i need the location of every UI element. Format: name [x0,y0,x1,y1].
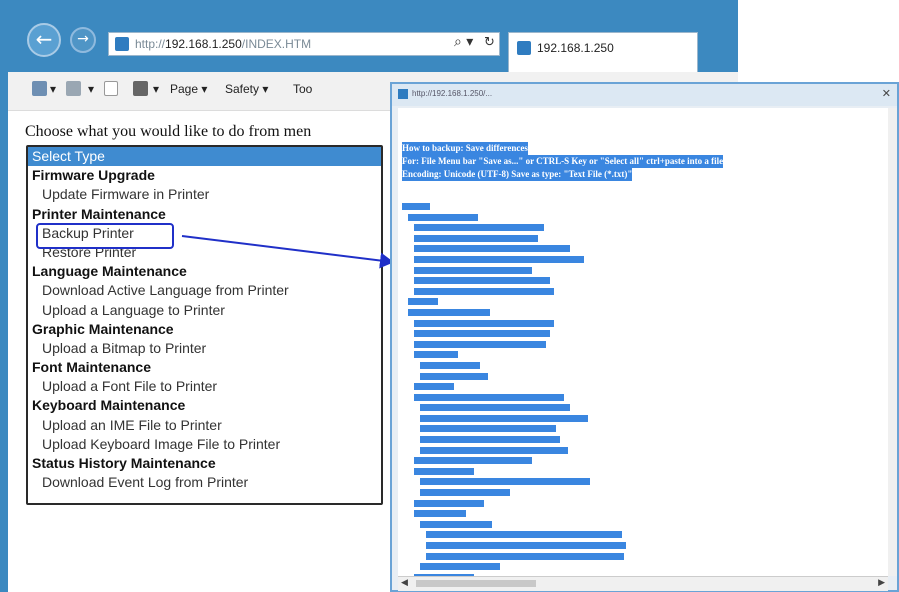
print-icon[interactable] [133,81,148,96]
xml-line [420,563,500,571]
xml-line [414,340,546,348]
home-dropdown-icon[interactable]: ▾ [50,82,56,96]
xml-line [420,478,590,486]
xml-line [420,446,568,454]
listbox-option[interactable]: Download Active Language from Printer [28,281,381,300]
instruction-line: Encoding: Unicode (UTF-8) Save as type: … [402,168,633,181]
home-icon[interactable] [32,81,47,96]
xml-line [426,552,624,560]
browser-tab[interactable]: 192.168.1.250 [508,32,698,72]
xml-line [414,234,538,242]
close-icon[interactable]: ✕ [882,87,891,100]
search-icon[interactable]: ⌕ ▾ [454,34,473,50]
xml-line [414,245,570,253]
xml-line [414,255,584,263]
address-bar[interactable]: http://192.168.1.250/INDEX.HTM ⌕ ▾ ↻ [108,32,500,56]
xml-line [414,510,466,518]
listbox-option[interactable]: Upload a Language to Printer [28,301,381,320]
xml-line [414,499,484,507]
backup-popup-window: http://192.168.1.250/... ✕ How to backup… [390,82,899,592]
page-menu[interactable]: Page ▾ [170,82,207,96]
listbox-group-label: Font Maintenance [32,359,152,376]
xml-line [408,298,438,306]
tools-menu[interactable]: Too [293,82,312,96]
address-url: http://192.168.1.250/INDEX.HTM [135,37,312,51]
xml-line [402,203,430,210]
print-dropdown-icon[interactable]: ▾ [153,82,159,96]
safety-menu[interactable]: Safety ▾ [225,82,268,96]
backup-printer-callout [36,223,174,249]
popup-vertical-scrollbar[interactable] [888,108,897,576]
xml-line [414,351,458,359]
scroll-right-icon[interactable]: ▶ [878,577,885,588]
listbox-group-label: Printer Maintenance [32,205,166,222]
instruction-line: How to backup: Save differences [402,142,528,155]
xml-line [414,266,532,274]
xml-line [426,542,626,549]
xml-line [420,425,556,433]
xml-line [420,404,570,412]
xml-line [414,393,564,401]
browser-titlebar: ← → http://192.168.1.250/INDEX.HTM ⌕ ▾ ↻… [8,0,738,72]
listbox-option[interactable]: Upload an IME File to Printer [28,416,381,435]
listbox-group-label: Status History Maintenance [32,455,216,471]
xml-line [420,372,488,380]
refresh-icon[interactable]: ↻ [484,35,495,50]
backup-instructions: How to backup: Save differences For: File… [402,142,724,181]
listbox-option[interactable]: Upload a Font File to Printer [28,377,381,396]
xml-line [414,287,554,295]
back-arrow-icon[interactable]: ← [27,23,61,57]
xml-line [420,520,492,528]
popup-horizontal-scrollbar[interactable]: ◀ ▶ [398,576,888,591]
popup-favicon-icon [398,89,408,99]
popup-document[interactable]: How to backup: Save differences For: File… [398,108,888,576]
page-prompt: Choose what you would like to do from me… [25,123,312,140]
listbox-group-label: Firmware Upgrade [32,167,155,184]
xml-line [414,330,550,338]
feeds-dropdown-icon[interactable]: ▾ [88,82,94,96]
listbox-group-label: Graphic Maintenance [32,320,174,337]
popup-title: http://192.168.1.250/... [412,89,493,98]
scroll-thumb[interactable] [416,580,536,587]
forward-arrow-icon[interactable]: → [70,27,96,53]
tab-favicon-icon [517,41,531,55]
xml-line [414,383,454,391]
listbox-option[interactable]: Upload a Bitmap to Printer [28,339,381,358]
xml-line [414,467,474,475]
xml-line [408,308,490,316]
window-edge [0,0,8,592]
listbox-selected-option[interactable]: Select Type [28,147,381,167]
scroll-left-icon[interactable]: ◀ [401,577,408,588]
listbox-option[interactable]: Upload Keyboard Image File to Printer [28,435,381,454]
xml-line [414,457,532,465]
popup-titlebar: http://192.168.1.250/... ✕ [392,84,897,106]
xml-line [420,436,560,444]
xml-line [420,489,510,497]
maintenance-type-listbox[interactable]: Select Type Firmware Upgrade Update Firmwa… [26,145,383,505]
listbox-group-label: Language Maintenance [32,263,187,280]
xml-line [426,531,622,539]
mail-icon[interactable] [104,81,118,96]
xml-line [414,277,550,285]
tab-title: 192.168.1.250 [537,41,614,55]
instruction-line: For: File Menu bar "Save as..." or CTRL-… [402,155,724,168]
xml-content [402,203,626,576]
listbox-group-label: Keyboard Maintenance [32,397,186,414]
xml-line [414,319,554,327]
page-favicon-icon [115,37,129,51]
xml-line [414,224,544,232]
feeds-icon[interactable] [66,81,81,96]
xml-line [420,361,480,369]
listbox-option[interactable]: Download Event Log from Printer [28,473,381,492]
xml-line [420,414,588,422]
xml-line [408,213,478,221]
listbox-option[interactable]: Update Firmware in Printer [28,185,381,204]
